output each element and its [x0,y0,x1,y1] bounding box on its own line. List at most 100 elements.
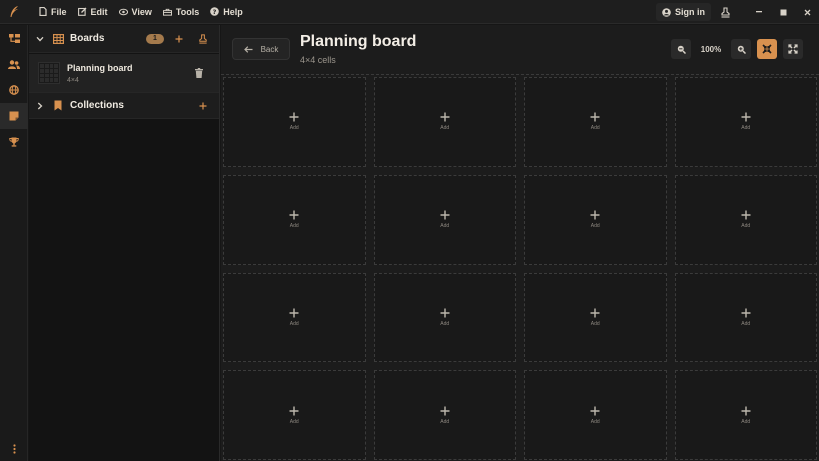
rail-boards[interactable] [0,25,28,51]
fit-to-screen-button[interactable] [757,39,777,59]
page-subtitle: 4×4 cells [300,55,336,65]
sidebar-panel: Boards 1 Planning board 4×4 Collections [29,25,220,461]
add-cell-button[interactable]: Add [674,77,817,167]
add-cell-button[interactable]: Add [524,272,667,363]
stamp-icon[interactable] [717,3,733,21]
add-cell-button[interactable]: Add [223,272,366,363]
trash-icon[interactable] [193,67,205,79]
plus-icon [289,308,299,318]
menu-help-label: Help [223,6,243,17]
rail-users[interactable] [0,51,28,77]
add-cell-label: Add [440,223,450,230]
menu-edit[interactable]: Edit [77,0,108,24]
eye-icon [118,7,128,16]
plus-icon [590,308,600,318]
add-cell-label: Add [741,125,751,132]
tree-icon [8,33,20,43]
activity-rail [0,25,28,461]
chevron-right-icon[interactable] [33,99,47,113]
users-icon [8,59,20,69]
board-header: Back Planning board 4×4 cells 100% [221,25,819,73]
add-cell-label: Add [440,125,450,132]
add-cell-label: Add [741,418,751,425]
stamp-icon[interactable] [196,32,210,46]
quill-logo-icon [0,0,28,24]
minimize-button[interactable] [747,0,771,24]
add-cell-button[interactable]: Add [674,272,817,363]
arrow-left-icon [243,45,253,53]
board-name: Planning board [67,62,133,73]
more-vertical-icon[interactable] [0,441,28,457]
add-cell-button[interactable]: Add [373,174,516,265]
close-button[interactable] [795,0,819,24]
expand-icon [788,44,798,54]
zoom-level: 100% [700,44,722,54]
add-cell-label: Add [590,320,600,327]
svg-text:?: ? [213,8,217,16]
back-label: Back [260,44,279,54]
back-button[interactable]: Back [232,38,290,60]
boards-count-badge: 1 [146,33,164,44]
menu-view[interactable]: View [118,0,152,24]
add-cell-label: Add [590,223,600,230]
board-grid-container: Add Add Add Add Add Add Add Add Add Add Add Add Add A… [221,74,819,461]
bookmark-icon [51,99,65,113]
board-list-item[interactable]: Planning board 4×4 [29,54,219,93]
board-canvas-area: Back Planning board 4×4 cells 100% Add Ad… [221,25,819,461]
board-thumbnail [38,62,60,84]
menu-view-label: View [131,6,152,17]
add-cell-button[interactable]: Add [674,370,817,460]
expand-button[interactable] [783,39,803,59]
add-collection-button[interactable] [196,99,210,113]
zoom-out-icon [677,45,686,54]
menu-help[interactable]: ? Help [210,0,243,24]
plus-icon [590,210,600,220]
page-title: Planning board [300,33,417,50]
add-board-button[interactable] [172,32,186,46]
add-cell-button[interactable]: Add [373,77,516,167]
rail-globe[interactable] [0,77,28,103]
maximize-icon [780,9,787,16]
zoom-in-button[interactable] [731,39,751,59]
add-cell-label: Add [289,320,299,327]
toolbox-icon [162,7,172,16]
globe-icon [9,85,19,95]
add-cell-button[interactable]: Add [373,272,516,363]
add-cell-button[interactable]: Add [674,174,817,265]
compress-icon [762,44,772,54]
collections-section-header[interactable]: Collections [29,93,219,119]
add-cell-button[interactable]: Add [223,370,366,460]
plus-icon [440,112,450,122]
menu-tools[interactable]: Tools [162,0,200,24]
zoom-in-icon [737,45,746,54]
menu-file[interactable]: File [38,0,67,24]
rail-notes[interactable] [0,103,28,129]
add-cell-label: Add [289,223,299,230]
plus-icon [741,210,751,220]
add-cell-button[interactable]: Add [373,370,516,460]
maximize-button[interactable] [771,0,795,24]
add-cell-label: Add [289,418,299,425]
rail-trophy[interactable] [0,129,28,155]
zoom-toolbar: 100% [671,39,803,59]
add-cell-button[interactable]: Add [223,77,366,167]
menubar: File Edit View Tools ? Help Sign in [0,0,819,24]
add-cell-label: Add [289,125,299,132]
zoom-out-button[interactable] [671,39,691,59]
edit-icon [77,7,87,16]
add-cell-button[interactable]: Add [524,370,667,460]
add-cell-button[interactable]: Add [524,174,667,265]
add-cell-button[interactable]: Add [524,77,667,167]
plus-icon [440,406,450,416]
boards-section-header[interactable]: Boards 1 [29,25,219,53]
menu-file-label: File [51,6,67,17]
plus-icon [289,112,299,122]
add-cell-button[interactable]: Add [223,174,366,265]
chevron-down-icon[interactable] [33,32,47,46]
sign-in-button[interactable]: Sign in [656,3,711,21]
menu-edit-label: Edit [90,6,108,17]
menu-tools-label: Tools [175,6,200,17]
plus-icon [741,308,751,318]
close-icon [804,9,811,16]
help-icon: ? [210,7,220,16]
